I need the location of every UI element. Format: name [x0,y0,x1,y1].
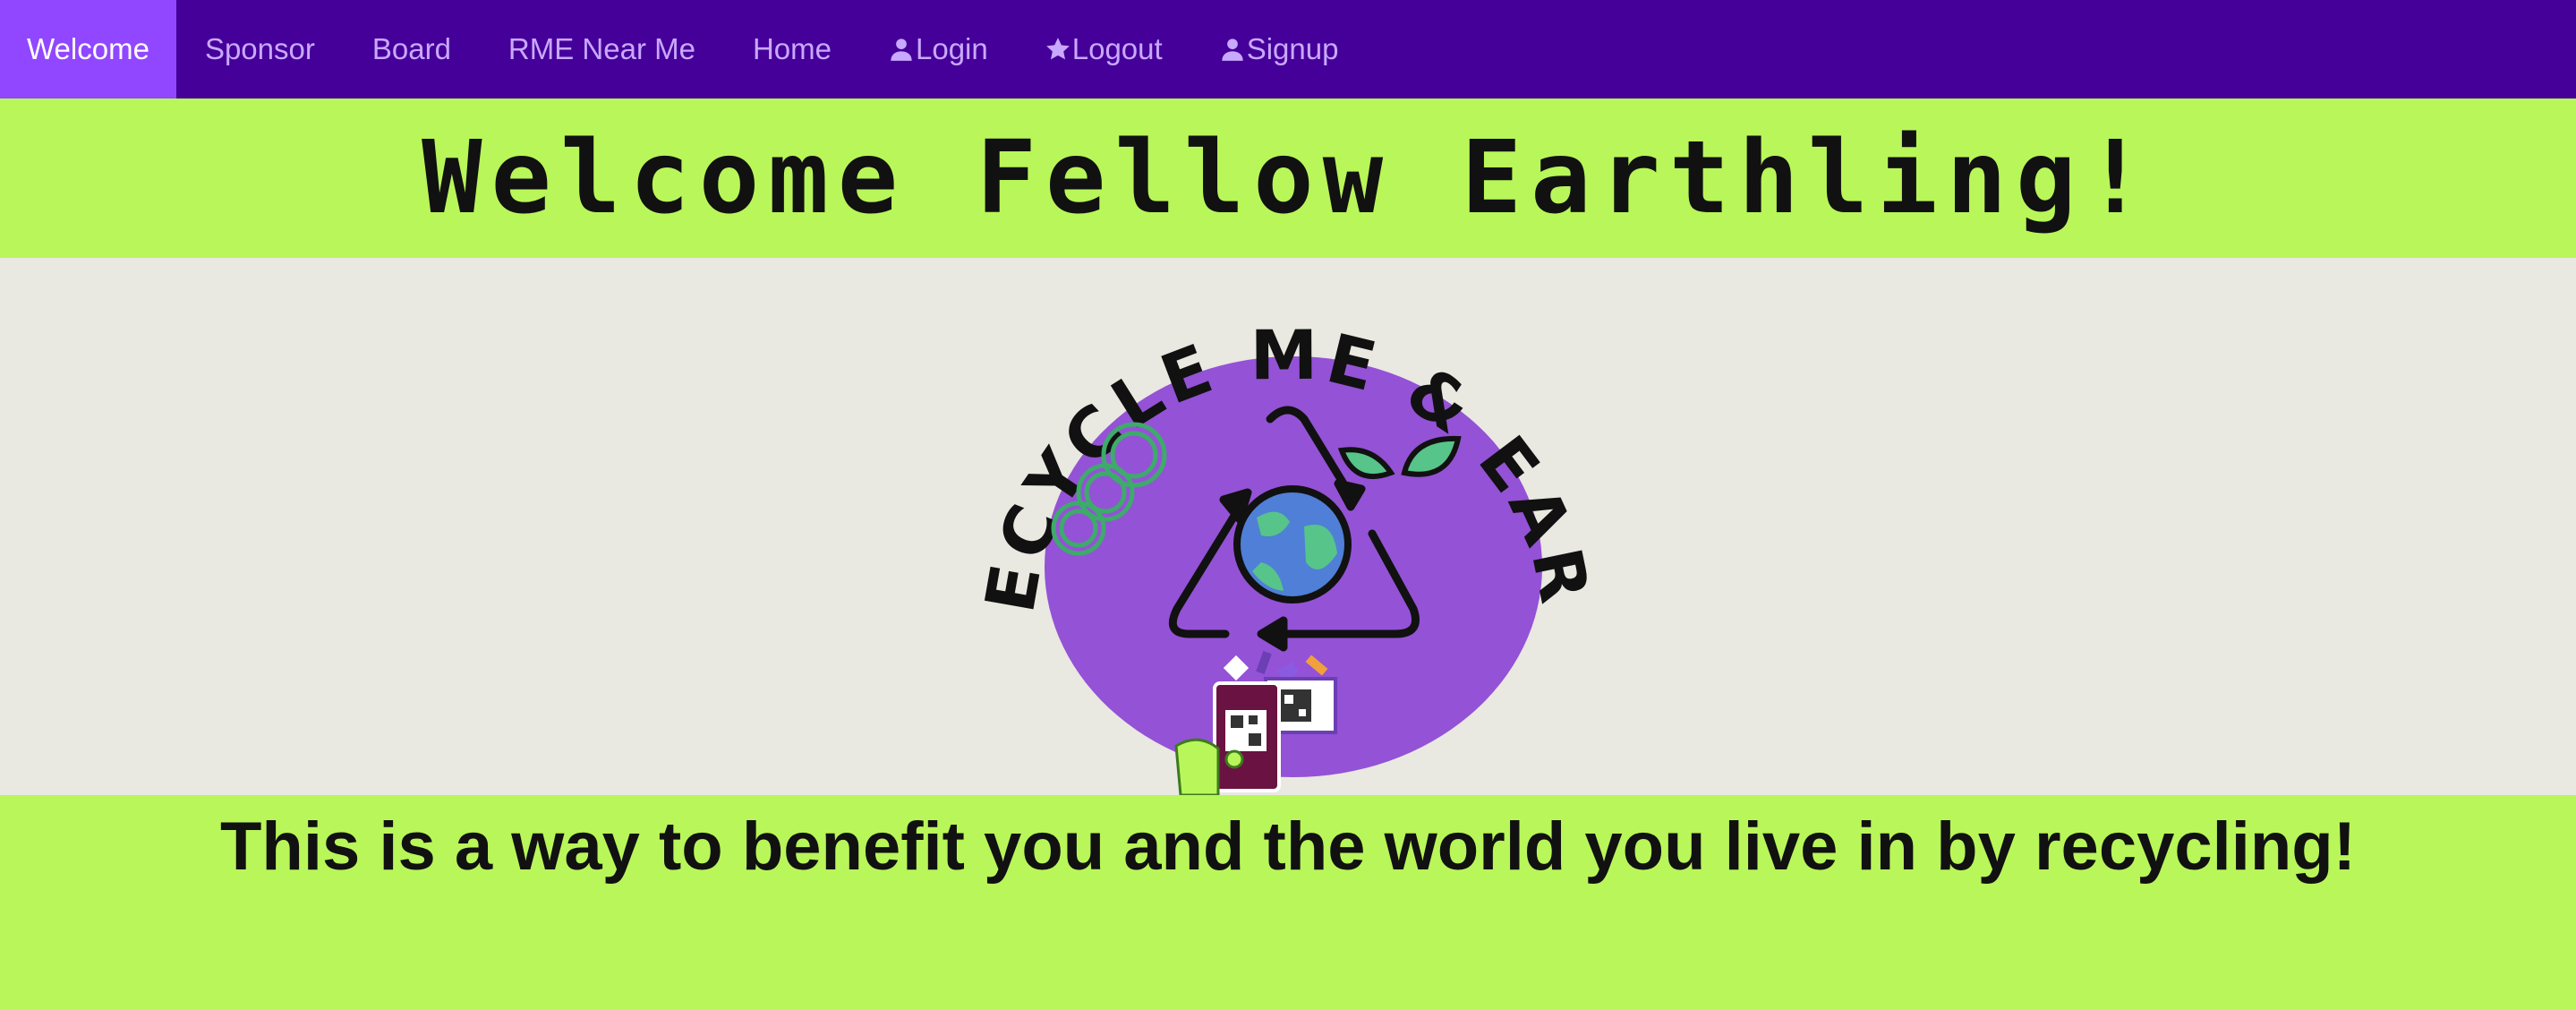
recycle-me-earn-logo: RECYCLE ME & EARN [885,258,1600,795]
nav-login[interactable]: Login [860,0,1017,98]
nav-board[interactable]: Board [344,0,480,98]
tagline-band: This is a way to benefit you and the wor… [0,795,2576,1010]
nav-home-label: Home [752,32,832,65]
heading-band: Welcome Fellow Earthling! [0,98,2576,258]
nav-sponsor-label: Sponsor [204,32,315,65]
nav-signup-label: Signup [1246,32,1339,65]
nav-logout-label: Logout [1071,32,1163,65]
tagline: This is a way to benefit you and the wor… [219,809,2357,885]
nav-rme-near-me-label: RME Near Me [508,32,695,65]
hero-banner: RECYCLE ME & EARN [0,258,2576,795]
nav-rme-near-me[interactable]: RME Near Me [480,0,724,98]
nav-sponsor[interactable]: Sponsor [176,0,344,98]
nav-login-label: Login [916,32,988,65]
nav-logout[interactable]: Logout [1017,0,1191,98]
nav-signup[interactable]: Signup [1191,0,1368,98]
page-title: Welcome Fellow Earthling! [422,120,2154,236]
nav-board-label: Board [371,32,451,65]
earth-icon [1233,485,1352,603]
user-icon [1222,39,1243,61]
nav-welcome-label: Welcome [27,32,149,65]
star-icon [1045,38,1070,60]
user-icon [891,39,912,61]
nav-home[interactable]: Home [724,0,860,98]
navbar: Welcome Sponsor Board RME Near Me Home L… [0,0,2576,98]
nav-welcome[interactable]: Welcome [0,0,176,98]
